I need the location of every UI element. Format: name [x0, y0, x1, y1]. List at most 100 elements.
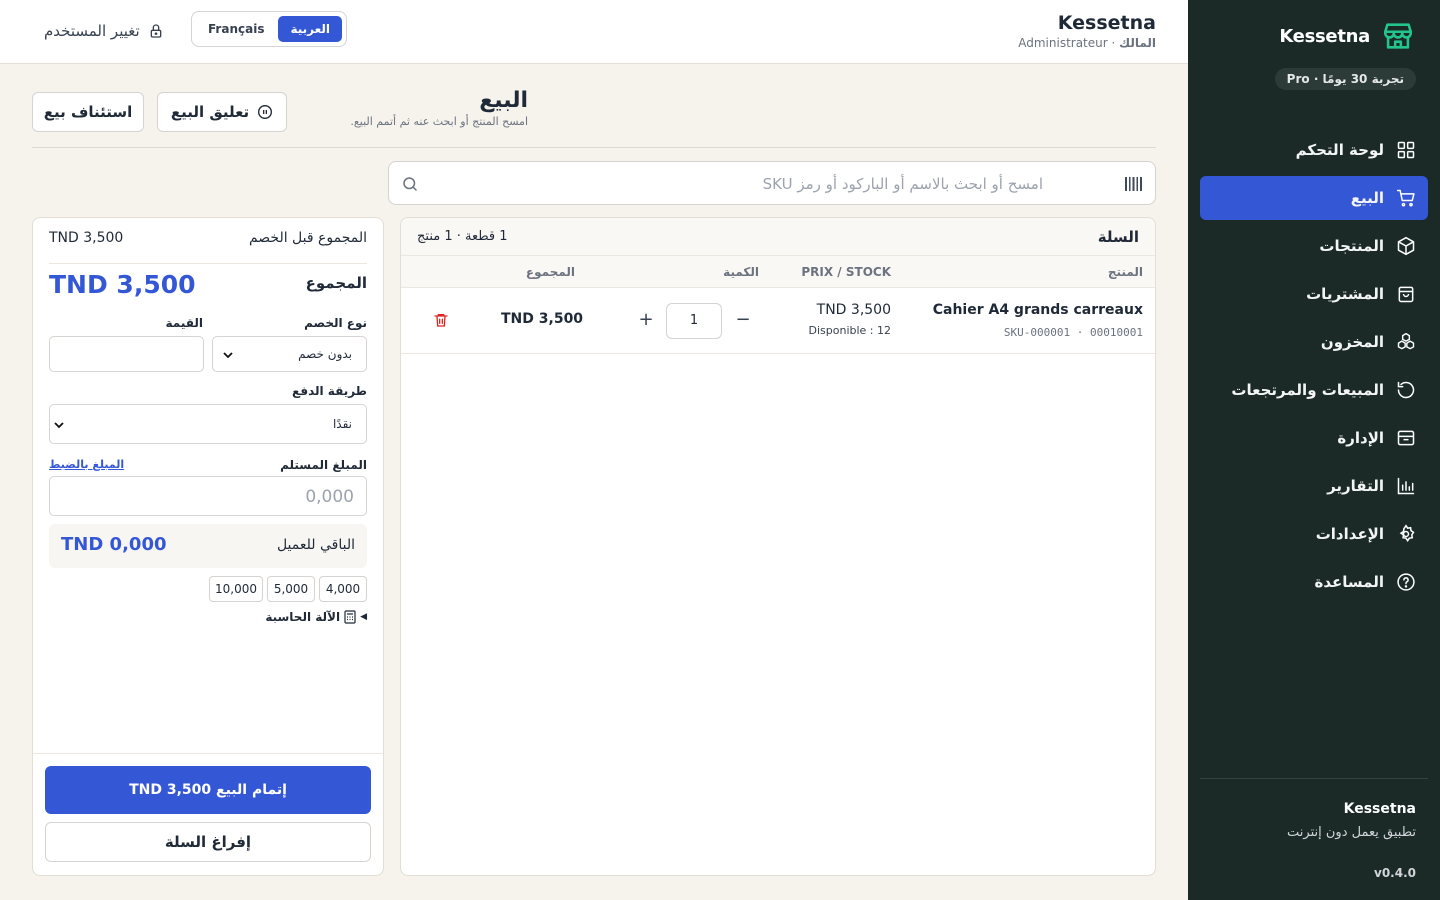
- lang-french-button[interactable]: Français: [196, 16, 276, 42]
- cart-count: 1 قطعة · 1 منتج: [417, 229, 508, 244]
- app-version: v0.4.0: [1374, 866, 1416, 880]
- sidebar-item-reports[interactable]: التقارير: [1200, 464, 1428, 508]
- sidebar-item-label: المنتجات: [1319, 237, 1384, 255]
- product-stock: Disponible : 12: [808, 324, 892, 337]
- switch-user-button[interactable]: تغيير المستخدم: [44, 22, 164, 40]
- sidebar-footer: Kessetna تطبيق يعمل دون إنترنت v0.4.0: [1200, 778, 1428, 900]
- discount-type-label: نوع الخصم: [304, 316, 367, 330]
- role-ar: المالك: [1119, 36, 1156, 50]
- calculator-toggle[interactable]: ◀ الآلة الحاسبة: [265, 610, 367, 624]
- sidebar: Kessetna تجربة 30 يومًا · Pro لوحة التحك…: [1188, 0, 1440, 900]
- sidebar-item-sale[interactable]: البيع: [1200, 176, 1428, 220]
- chart-icon: [1397, 477, 1415, 495]
- sidebar-item-products[interactable]: المنتجات: [1200, 224, 1428, 268]
- search-icon: [403, 177, 417, 191]
- resume-sale-button[interactable]: استئناف بيع: [32, 92, 144, 132]
- trash-icon[interactable]: [433, 311, 449, 329]
- quick-amount-chip[interactable]: 4,000: [319, 576, 367, 602]
- value-label: القيمة: [165, 316, 203, 330]
- product-name: Cahier A4 grands carreaux: [932, 302, 1143, 318]
- payment-method-label: طريقة الدفع: [292, 384, 367, 398]
- language-switch: العربية Français: [191, 11, 348, 47]
- quick-amount-chip[interactable]: 10,000: [209, 576, 263, 602]
- checkout-actions: إتمام البيع TND 3,500 إفراغ السلة: [33, 753, 383, 875]
- total-row: المجموع TND 3,500: [49, 270, 367, 299]
- archive-icon: [1397, 430, 1415, 446]
- sidebar-item-admin[interactable]: الإدارة: [1200, 416, 1428, 460]
- main-nav: لوحة التحكم البيع المنتجات المشتريات الم…: [1200, 128, 1428, 608]
- switch-user-label: تغيير المستخدم: [44, 22, 140, 40]
- product-search-input[interactable]: امسح أو ابحث بالاسم أو الباركود أو رمز S…: [388, 161, 1156, 205]
- product-price: TND 3,500: [816, 302, 891, 318]
- suspend-sale-label: تعليق البيع: [170, 103, 250, 121]
- column-qty: الكمية: [723, 265, 759, 279]
- sidebar-item-label: المخزون: [1320, 333, 1384, 351]
- exact-amount-link[interactable]: المبلغ بالضبط: [49, 458, 124, 471]
- sidebar-item-label: المساعدة: [1314, 573, 1385, 591]
- total-label: المجموع: [305, 274, 367, 292]
- resume-sale-label: استئناف بيع: [43, 103, 133, 121]
- chevron-down-icon: [223, 352, 233, 359]
- barcode-icon: [1125, 177, 1142, 191]
- increase-qty-button[interactable]: +: [631, 304, 661, 338]
- gear-icon: [1399, 524, 1415, 543]
- bag-icon: [1398, 286, 1414, 303]
- lang-arabic-button[interactable]: العربية: [278, 16, 343, 42]
- received-amount-label: المبلغ المستلم: [280, 458, 367, 472]
- subtotal-label: المجموع قبل الخصم: [248, 230, 367, 246]
- store-icon: [1380, 18, 1416, 54]
- column-total: المجموع: [525, 265, 575, 279]
- sidebar-item-help[interactable]: المساعدة: [1200, 560, 1428, 604]
- line-total: TND 3,500: [501, 311, 584, 327]
- sidebar-item-inventory[interactable]: المخزون: [1200, 320, 1428, 364]
- cart-panel: السلة 1 قطعة · 1 منتج المنتج PRIX / STOC…: [400, 217, 1156, 876]
- received-amount-input[interactable]: 0,000: [49, 476, 367, 516]
- cart-columns: المنتج PRIX / STOCK الكمية المجموع: [401, 256, 1155, 288]
- boxes-icon: [1397, 332, 1415, 350]
- trial-badge: تجربة 30 يومًا · Pro: [1274, 68, 1416, 90]
- role-fr: Administrateur: [1018, 36, 1108, 50]
- sidebar-item-label: التقارير: [1327, 477, 1384, 495]
- sidebar-item-dashboard[interactable]: لوحة التحكم: [1200, 128, 1428, 172]
- received-placeholder: 0,000: [305, 487, 354, 507]
- cart-title: السلة: [1097, 228, 1139, 246]
- brand-name: Kessetna: [1279, 25, 1370, 47]
- change-box: الباقي للعميل TND 0,000: [49, 524, 367, 568]
- page-title-block: البيع امسح المنتج أو ابحث عنه ثم أتمم ال…: [332, 88, 528, 128]
- clear-cart-button[interactable]: إفراغ السلة: [45, 822, 371, 862]
- pause-icon: [258, 105, 273, 119]
- product-sku: SKU-000001 · 00010001: [1003, 326, 1143, 339]
- page-title: البيع: [479, 88, 528, 113]
- cart-icon: [1396, 189, 1415, 207]
- discount-type-select[interactable]: بدون خصم: [212, 336, 367, 372]
- page-subtitle: امسح المنتج أو ابحث عنه ثم أتمم البيع.: [350, 115, 528, 128]
- column-price: PRIX / STOCK: [801, 265, 891, 279]
- search-placeholder: امسح أو ابحث بالاسم أو الباركود أو رمز S…: [762, 175, 1043, 193]
- quantity-input[interactable]: 1: [666, 303, 722, 339]
- dashboard-icon: [1397, 141, 1415, 159]
- suspend-sale-button[interactable]: تعليق البيع: [157, 92, 287, 132]
- sidebar-item-purchases[interactable]: المشتريات: [1200, 272, 1428, 316]
- sidebar-item-label: الإعدادات: [1315, 525, 1384, 543]
- sidebar-item-sales-returns[interactable]: المبيعات والمرتجعات: [1200, 368, 1428, 412]
- sidebar-item-settings[interactable]: الإعدادات: [1200, 512, 1428, 556]
- return-icon: [1397, 381, 1415, 399]
- sidebar-item-label: المشتريات: [1306, 285, 1384, 303]
- complete-sale-button[interactable]: إتمام البيع TND 3,500: [45, 766, 371, 814]
- change-value: TND 0,000: [61, 534, 167, 555]
- payment-method-select[interactable]: نقدًا: [49, 404, 367, 444]
- help-icon: [1397, 573, 1415, 591]
- calculator-icon: [344, 610, 356, 624]
- top-bar: Kessetna المالك · Administrateur العربية…: [0, 0, 1188, 64]
- sidebar-item-label: لوحة التحكم: [1295, 141, 1384, 159]
- sidebar-item-label: المبيعات والمرتجعات: [1231, 381, 1384, 399]
- user-role: المالك · Administrateur: [1018, 36, 1156, 50]
- table-row: Cahier A4 grands carreaux SKU-000001 · 0…: [401, 288, 1155, 354]
- column-product: المنتج: [1107, 265, 1143, 279]
- chevron-down-icon: [54, 422, 64, 429]
- discount-value-input[interactable]: [49, 336, 204, 372]
- lock-icon: [150, 24, 162, 38]
- decrease-qty-button[interactable]: −: [728, 304, 758, 338]
- checkout-panel: المجموع قبل الخصم TND 3,500 المجموع TND …: [32, 217, 384, 876]
- quick-amount-chip[interactable]: 5,000: [267, 576, 315, 602]
